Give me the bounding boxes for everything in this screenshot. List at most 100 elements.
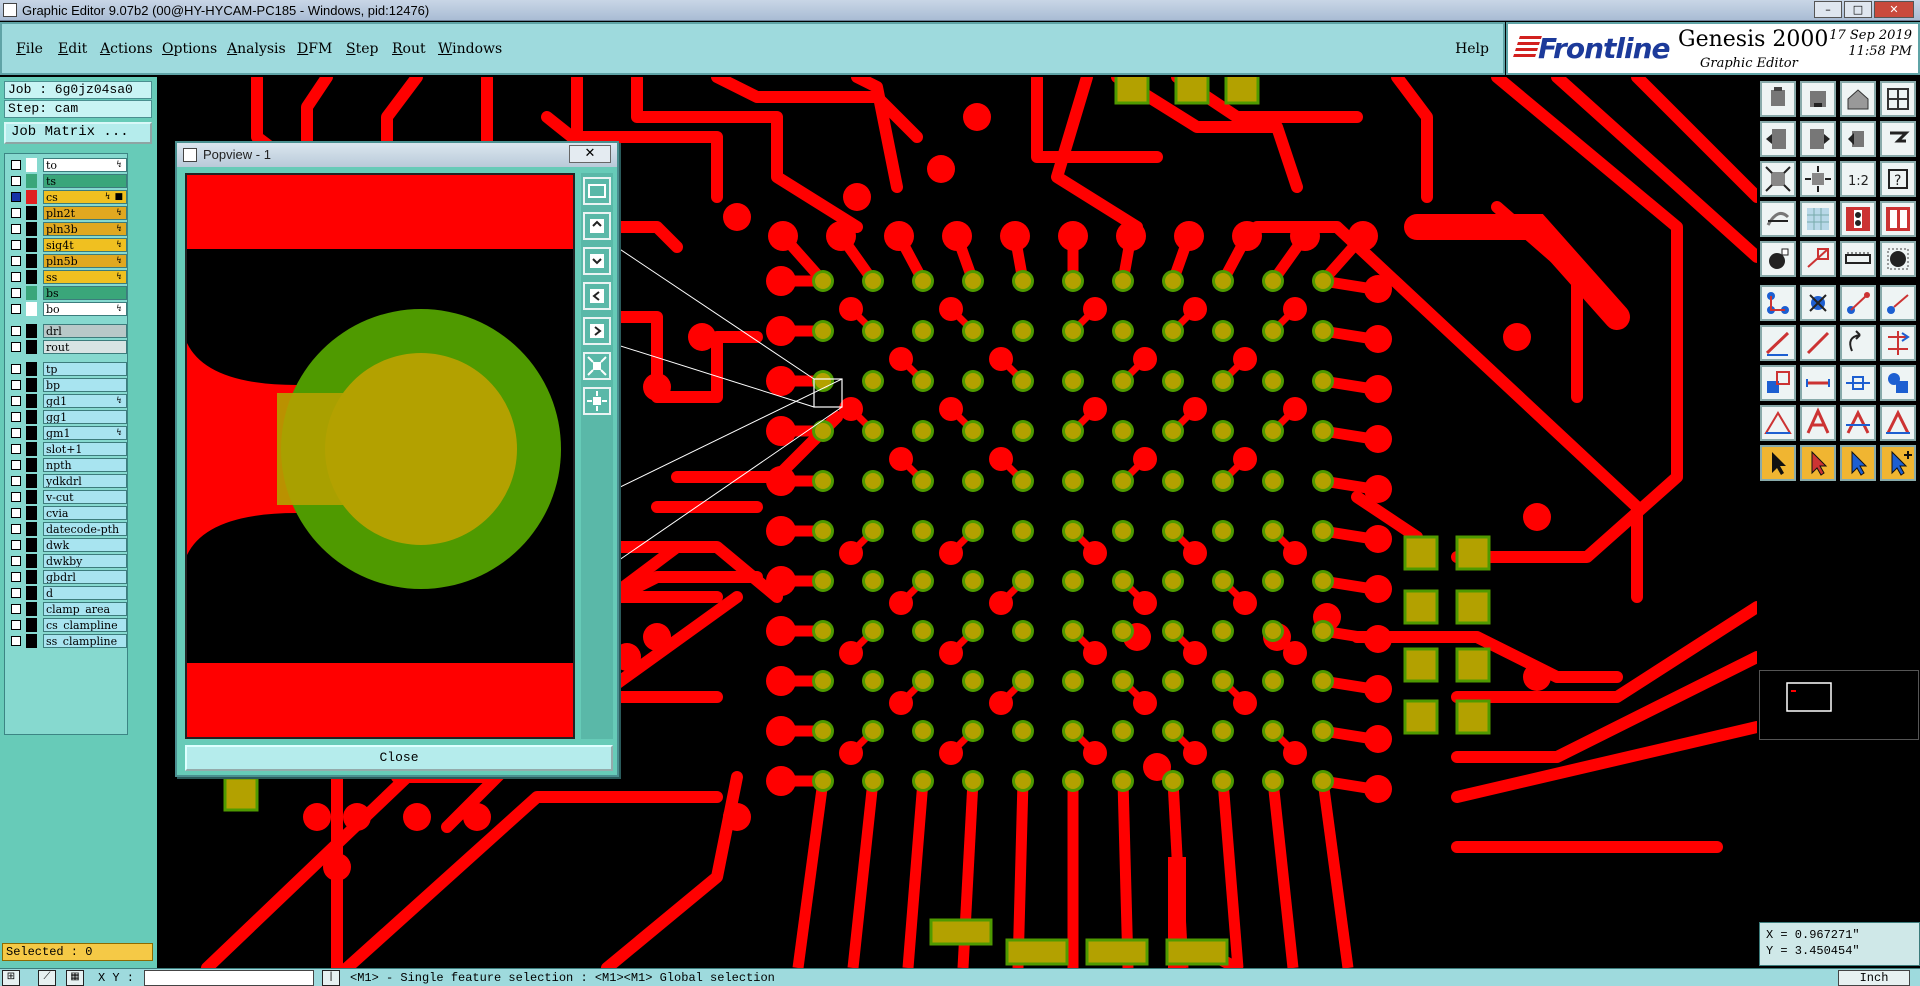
select-all-icon[interactable] (1880, 445, 1916, 481)
layer-checkbox[interactable] (11, 342, 21, 352)
scale-icon[interactable]: 1:2 (1840, 161, 1876, 197)
layer-checkbox[interactable] (11, 380, 21, 390)
layer-checkbox[interactable] (11, 326, 21, 336)
layer-row[interactable]: npth (9, 458, 127, 472)
layer-color-swatch[interactable] (26, 554, 37, 568)
layer-row[interactable]: clamp_area (9, 602, 127, 616)
layer-row[interactable]: gd1 ↯ (9, 394, 127, 408)
layer-checkbox[interactable] (11, 556, 21, 566)
layer-row[interactable]: tp (9, 362, 127, 376)
layer-color-swatch[interactable] (26, 522, 37, 536)
surface-icon[interactable] (1840, 241, 1876, 277)
layer-checkbox[interactable] (11, 460, 21, 470)
layer-checkbox[interactable] (11, 304, 21, 314)
layer-color-swatch[interactable] (26, 410, 37, 424)
select-icon[interactable] (1760, 445, 1796, 481)
slant-icon[interactable] (1800, 325, 1836, 361)
layer-row[interactable]: slot+1 (9, 442, 127, 456)
layer-color-swatch[interactable] (26, 506, 37, 520)
pv-zoom-in-icon[interactable] (583, 212, 611, 240)
layer-row[interactable]: v-cut (9, 490, 127, 504)
layer-checkbox[interactable] (11, 492, 21, 502)
layer-name[interactable]: cs_clampline (43, 618, 127, 632)
dim-icon[interactable] (1840, 405, 1876, 441)
measure-icon[interactable]: ⟋ (38, 970, 56, 986)
copy-icon[interactable] (1760, 365, 1796, 401)
pv-fit-icon[interactable] (583, 177, 611, 205)
move-icon[interactable] (1880, 325, 1916, 361)
job-matrix-button[interactable]: Job Matrix ... (4, 122, 152, 144)
home-icon[interactable] (1840, 81, 1876, 117)
select-area-icon[interactable] (1840, 445, 1876, 481)
shape-icon[interactable] (1800, 241, 1836, 277)
layer-color-swatch[interactable] (26, 222, 37, 236)
arc-icon[interactable] (1840, 325, 1876, 361)
layer-checkbox[interactable] (11, 176, 21, 186)
layer-checkbox[interactable] (11, 364, 21, 374)
layer-row[interactable]: bs (9, 286, 127, 300)
layer-checkbox[interactable] (11, 412, 21, 422)
popview-titlebar[interactable]: Popview - 1 ✕ (177, 143, 617, 167)
layer-row[interactable]: ss ↯ (9, 270, 127, 284)
menu-actions[interactable]: Actions (100, 41, 153, 57)
line-icon[interactable] (1760, 325, 1796, 361)
layer-checkbox[interactable] (11, 288, 21, 298)
display-icon[interactable] (1880, 201, 1916, 237)
layer-color-swatch[interactable] (26, 324, 37, 338)
pv-zoom-home-icon[interactable] (583, 387, 611, 415)
split-icon[interactable] (1880, 285, 1916, 321)
layer-checkbox[interactable] (11, 572, 21, 582)
text-icon[interactable] (1800, 405, 1836, 441)
layer-row[interactable]: pln5b ↯ (9, 254, 127, 268)
layer-row[interactable]: ss_clampline (9, 634, 127, 648)
net-icon[interactable] (1760, 285, 1796, 321)
layer-name[interactable]: slot+1 (43, 442, 127, 456)
snap-icon[interactable]: ⊞ (2, 970, 20, 986)
layer-color-swatch[interactable] (26, 474, 37, 488)
layer-color-swatch[interactable] (26, 394, 37, 408)
measure-icon[interactable] (1840, 365, 1876, 401)
menu-windows[interactable]: Windows (438, 41, 502, 57)
layer-color-swatch[interactable] (26, 190, 37, 204)
layer-row[interactable]: cs ↯ ■ (9, 190, 127, 204)
layer-name[interactable]: gm1 ↯ (43, 426, 127, 440)
layer-name[interactable]: pln5b ↯ (43, 254, 127, 268)
unit-selector[interactable]: Inch (1838, 970, 1910, 986)
layer-name[interactable]: gbdrl (43, 570, 127, 584)
popview-close-button[interactable]: Close (185, 745, 613, 771)
layer-color-swatch[interactable] (26, 538, 37, 552)
menu-help[interactable]: Help (1455, 41, 1489, 57)
layer-checkbox[interactable] (11, 208, 21, 218)
layer-color-swatch[interactable] (26, 206, 37, 220)
layer-color-swatch[interactable] (26, 302, 37, 316)
polygon-icon[interactable] (1880, 405, 1916, 441)
layer-row[interactable]: bp (9, 378, 127, 392)
layer-name[interactable]: clamp_area (43, 602, 127, 616)
layer-name[interactable]: sig4t ↯ (43, 238, 127, 252)
layer-row[interactable]: bo ↯ (9, 302, 127, 316)
xy-input[interactable] (144, 970, 314, 986)
layer-color-swatch[interactable] (26, 634, 37, 648)
minimize-button[interactable]: – (1814, 1, 1842, 18)
fit-icon[interactable] (1760, 161, 1796, 197)
layer-checkbox[interactable] (11, 508, 21, 518)
layer-checkbox[interactable] (11, 272, 21, 282)
layer-row[interactable]: ydkdrl (9, 474, 127, 488)
pv-pan-right-icon[interactable] (583, 317, 611, 345)
connect-icon[interactable] (1840, 285, 1876, 321)
layer-name[interactable]: bo ↯ (43, 302, 127, 316)
properties-icon[interactable] (1880, 365, 1916, 401)
drc-icon[interactable] (1760, 405, 1796, 441)
layer-checkbox[interactable] (11, 160, 21, 170)
menu-step[interactable]: Step (346, 41, 378, 57)
layer-color-swatch[interactable] (26, 378, 37, 392)
layer-row[interactable]: ts (9, 174, 127, 188)
popview-canvas[interactable] (185, 173, 575, 739)
layer-color-swatch[interactable] (26, 174, 37, 188)
layer-row[interactable]: sig4t ↯ (9, 238, 127, 252)
layer-checkbox[interactable] (11, 192, 21, 202)
select-net-icon[interactable] (1800, 445, 1836, 481)
layer-name[interactable]: pln2t ↯ (43, 206, 127, 220)
pad-add-icon[interactable] (1760, 241, 1796, 277)
layer-color-swatch[interactable] (26, 340, 37, 354)
